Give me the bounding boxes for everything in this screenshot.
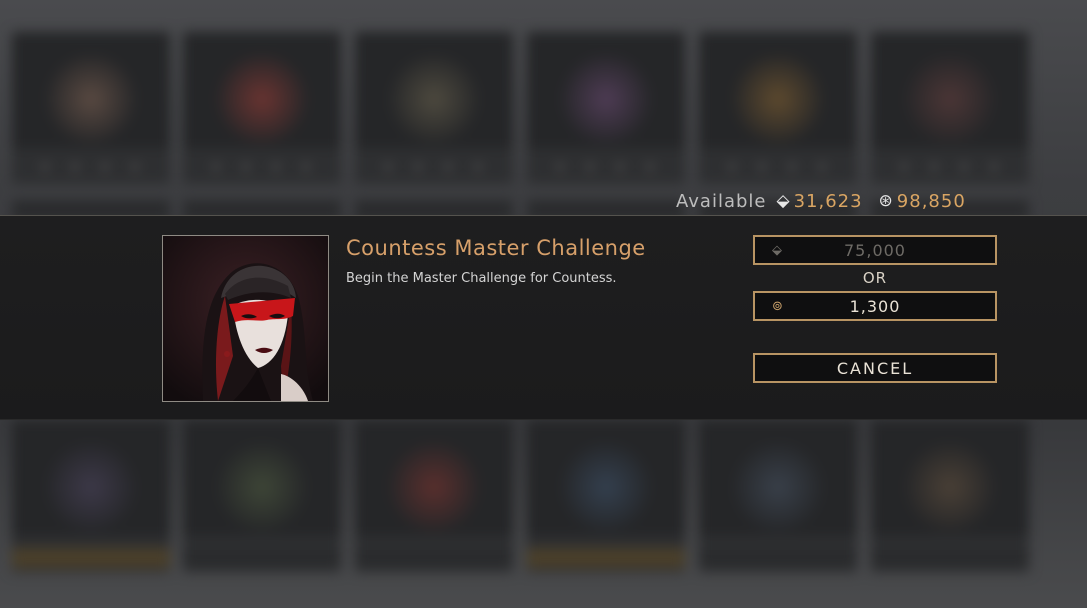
- background-character-face: [217, 54, 307, 144]
- dialog-description: Begin the Master Challenge for Countess.: [346, 271, 617, 286]
- background-character-card: [183, 32, 341, 184]
- primary-currency: ⬙ 31,623: [776, 191, 862, 212]
- currency-bar: Available ⬙ 31,623 ⊛ 98,850: [676, 188, 982, 214]
- background-card-strip: [871, 548, 1029, 568]
- background-character-face: [217, 442, 307, 532]
- dialog-title: Countess Master Challenge: [346, 236, 646, 260]
- background-character-face: [389, 54, 479, 144]
- game-screen: Available ⬙ 31,623 ⊛ 98,850 Countess Mas…: [0, 0, 1087, 608]
- secondary-currency: ⊛ 98,850: [879, 191, 966, 212]
- price-secondary-amount: 1,300: [849, 296, 901, 316]
- background-character-face: [46, 54, 136, 144]
- pay-secondary-currency-button[interactable]: ⊚ 1,300: [753, 291, 997, 321]
- gem-coin-icon: ⬙: [776, 191, 791, 211]
- ring-coin-icon: ⊛: [878, 191, 894, 211]
- background-card-strip: [699, 548, 857, 568]
- background-card-strip: [12, 548, 170, 568]
- primary-currency-amount: 31,623: [793, 190, 863, 212]
- background-card-dots: [30, 162, 150, 172]
- character-portrait: [162, 235, 329, 402]
- background-card-strip: [183, 548, 341, 568]
- background-character-face: [905, 54, 995, 144]
- pay-primary-currency-button[interactable]: ⬙ 75,000: [753, 235, 997, 265]
- available-label: Available: [676, 190, 767, 212]
- background-character-card: [12, 32, 170, 184]
- secondary-currency-amount: 98,850: [896, 190, 966, 212]
- background-card-strip: [355, 548, 513, 568]
- background-character-face: [733, 442, 823, 532]
- ring-coin-icon: ⊚: [772, 299, 784, 314]
- background-character-card: [699, 32, 857, 184]
- background-character-face: [561, 442, 651, 532]
- background-character-face: [561, 54, 651, 144]
- purchase-dialog: Countess Master Challenge Begin the Mast…: [0, 215, 1087, 420]
- cancel-button[interactable]: CANCEL: [753, 353, 997, 383]
- background-character-face: [389, 442, 479, 532]
- background-character-card: [355, 32, 513, 184]
- price-primary-amount: 75,000: [844, 240, 906, 260]
- background-card-dots: [373, 162, 493, 172]
- background-character-card: [871, 32, 1029, 184]
- background-card-dots: [717, 162, 837, 172]
- background-card-dots: [889, 162, 1009, 172]
- background-character-face: [46, 442, 136, 532]
- background-character-card: [527, 32, 685, 184]
- background-card-dots: [201, 162, 321, 172]
- countess-portrait-image: [163, 236, 328, 401]
- or-separator: OR: [862, 269, 888, 287]
- background-card-strip: [527, 548, 685, 568]
- background-character-face: [733, 54, 823, 144]
- gem-coin-icon: ⬙: [772, 243, 783, 258]
- background-card-dots: [545, 162, 665, 172]
- background-character-face: [905, 442, 995, 532]
